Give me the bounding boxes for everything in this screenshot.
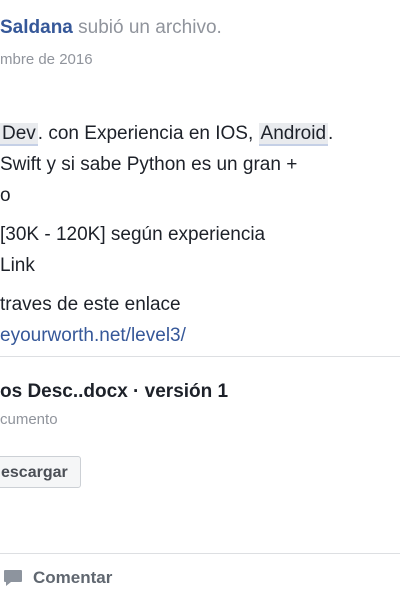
body-line: eyourworth.net/level3/ [0, 320, 400, 351]
body-line: Swift y si sabe Python es un gran + [0, 154, 298, 175]
file-title[interactable]: os Desc..docx · versión 1 [0, 381, 228, 403]
body-line: Dev. con Experiencia en IOS, Android. [0, 118, 400, 149]
body-line: traves de este enlace [0, 294, 181, 315]
post-header: Saldana subió un archivo. [0, 14, 222, 42]
hashtag-android[interactable]: Android [258, 123, 329, 146]
comment-button[interactable]: Comentar [2, 565, 112, 591]
body-line: [30K - 120K] según experiencia [0, 224, 266, 245]
body-text-segment: . [328, 123, 334, 144]
post-action-text: subió un archivo. [72, 17, 222, 38]
divider [0, 553, 400, 554]
comment-bubble-icon [2, 567, 24, 589]
external-link[interactable]: eyourworth.net/level3/ [0, 325, 186, 346]
file-type: cumento [0, 411, 58, 428]
comment-label: Comentar [33, 568, 113, 587]
hashtag-dev[interactable]: Dev [0, 123, 38, 146]
body-line: Link [0, 255, 35, 276]
post-card: Saldana subió un archivo. mbre de 2016 D… [0, 0, 400, 600]
divider [0, 356, 400, 357]
body-line: o [0, 185, 11, 206]
post-body: Dev. con Experiencia en IOS, Android. Sw… [0, 118, 400, 351]
body-text-segment: . con Experiencia en IOS, [37, 123, 259, 144]
author-link[interactable]: Saldana [0, 17, 73, 38]
download-button[interactable]: escargar [0, 456, 81, 488]
post-timestamp[interactable]: mbre de 2016 [0, 51, 93, 68]
